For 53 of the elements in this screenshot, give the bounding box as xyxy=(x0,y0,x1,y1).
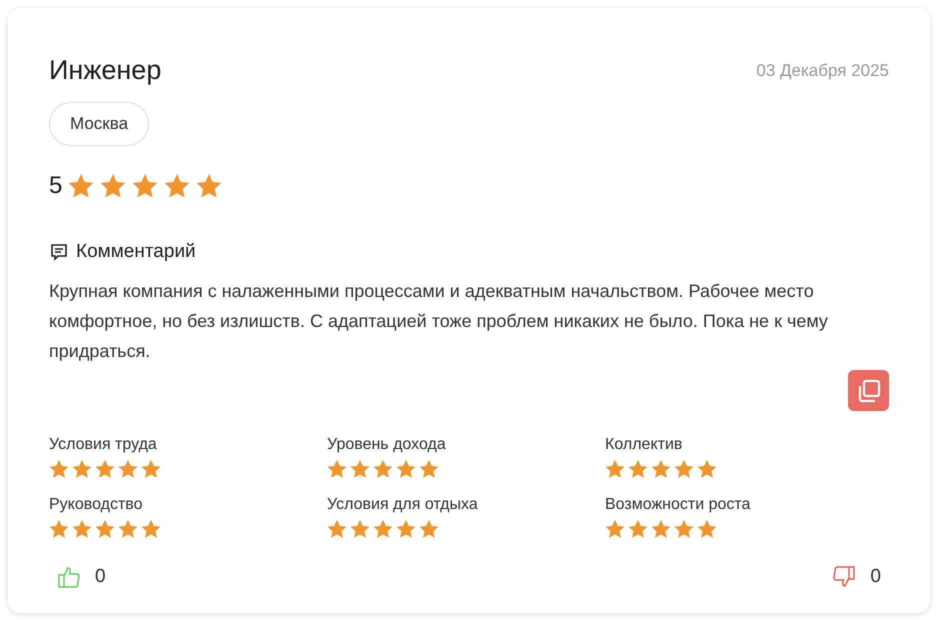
star-icon xyxy=(95,519,115,539)
star-icon xyxy=(697,519,717,539)
star-icon xyxy=(419,459,439,479)
review-date: 03 Декабря 2025 xyxy=(756,60,889,82)
star-icon xyxy=(100,172,126,198)
star-icon xyxy=(350,519,370,539)
star-icon xyxy=(49,459,69,479)
star-icon xyxy=(118,459,138,479)
star-icon xyxy=(396,519,416,539)
star-icon xyxy=(118,519,138,539)
category-label: Уровень дохода xyxy=(327,435,447,455)
rating-value: 5 xyxy=(49,170,62,200)
star-icon xyxy=(164,172,190,198)
dislike-count: 0 xyxy=(870,565,881,589)
star-icon xyxy=(628,459,648,479)
star-icon xyxy=(396,459,416,479)
star-icon xyxy=(327,519,347,539)
category-label: Условия для отдыха xyxy=(327,495,479,515)
star-icon xyxy=(95,459,115,479)
comment-text: Крупная компания с налаженными процессами и адекватным начальством. Рабочее место комфортное, но без излишств. С адаптацией тоже проблем никаких не было. Пока не к чему придраться. xyxy=(49,280,829,363)
star-icon xyxy=(373,519,393,539)
star-icon xyxy=(674,459,694,479)
like-count: 0 xyxy=(95,565,106,589)
job-title: Инженер xyxy=(49,54,162,87)
star-icon xyxy=(72,519,92,539)
star-icon xyxy=(49,519,69,539)
category-label: Руководство xyxy=(49,495,144,515)
star-icon xyxy=(419,519,439,539)
star-icon xyxy=(132,172,158,198)
star-icon xyxy=(72,459,92,479)
comment-heading: Комментарий xyxy=(76,240,196,264)
star-icon xyxy=(628,519,648,539)
star-icon xyxy=(141,459,161,479)
category-label: Возможности роста xyxy=(605,495,752,515)
star-icon xyxy=(350,459,370,479)
city-tag: Москва xyxy=(49,102,150,146)
category-label: Условия труда xyxy=(49,435,158,455)
star-icon xyxy=(68,172,94,198)
star-icon xyxy=(697,459,717,479)
comment-icon xyxy=(49,242,69,262)
star-icon xyxy=(373,459,393,479)
copy-button[interactable] xyxy=(848,370,889,411)
star-icon xyxy=(674,519,694,539)
thumbs-up-icon[interactable] xyxy=(57,565,81,590)
category-label: Коллектив xyxy=(605,435,684,455)
star-icon xyxy=(605,519,625,539)
star-icon xyxy=(327,459,347,479)
star-icon xyxy=(196,172,222,198)
thumbs-down-icon[interactable] xyxy=(832,565,856,590)
star-icon xyxy=(605,459,625,479)
star-icon xyxy=(651,519,671,539)
star-icon xyxy=(651,459,671,479)
star-icon xyxy=(141,519,161,539)
